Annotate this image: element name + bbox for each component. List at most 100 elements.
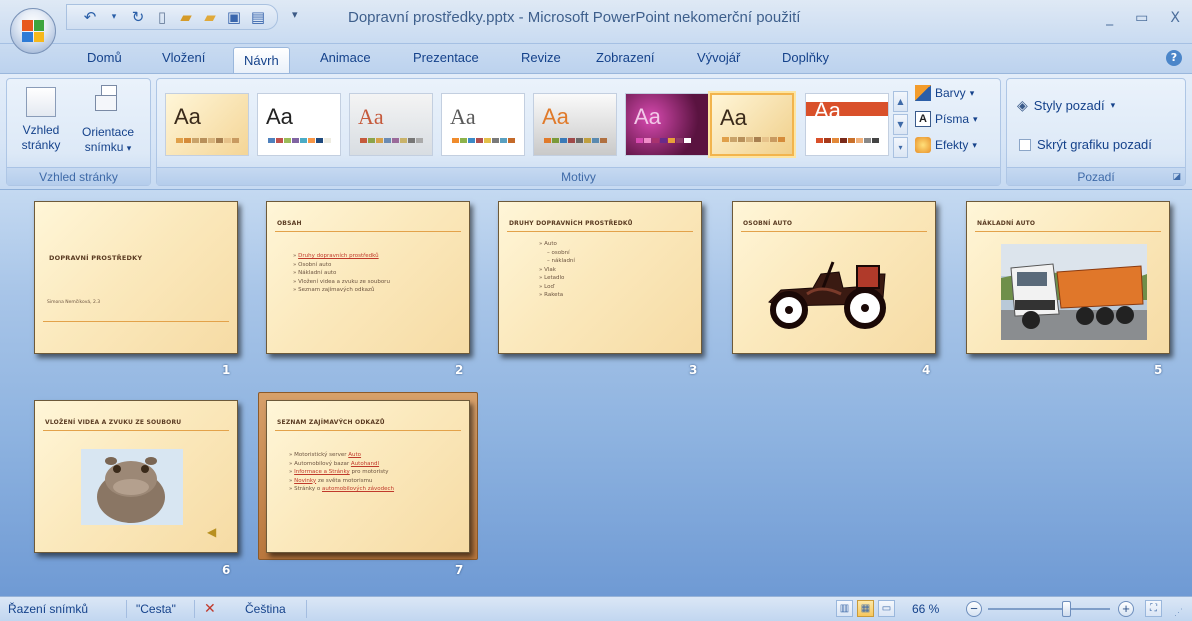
slide-title: NÁKLADNÍ AUTO xyxy=(977,220,1036,227)
tab-addins[interactable]: Doplňky xyxy=(782,50,829,65)
office-button[interactable] xyxy=(10,8,56,54)
status-view-name: Řazení snímků xyxy=(8,602,89,616)
fonts-dropdown-icon: ▾ xyxy=(973,113,978,124)
normal-view-icon[interactable]: ▥ xyxy=(836,600,853,617)
fit-to-window-icon[interactable]: ⛶ xyxy=(1145,600,1162,617)
gallery-more-icon[interactable]: ▾ xyxy=(893,137,908,158)
orientation-dropdown-icon: ▾ xyxy=(126,143,132,153)
undo-icon[interactable]: ↶ xyxy=(81,8,99,26)
zoom-out-icon[interactable]: − xyxy=(966,601,982,617)
slide-title: OSOBNÍ AUTO xyxy=(743,220,793,227)
tab-developer[interactable]: Vývojář xyxy=(697,50,740,65)
dialog-launcher-icon[interactable]: ◪ xyxy=(1172,172,1181,182)
slide-thumbnail-2[interactable]: OBSAH » Druhy dopravních prostředků » Os… xyxy=(266,201,470,354)
slide-content: » Motoristický server Auto » Automobilov… xyxy=(289,452,395,492)
open-folder-icon[interactable]: ▰ xyxy=(201,8,219,26)
vintage-car-image xyxy=(768,261,886,329)
tab-slideshow[interactable]: Prezentace xyxy=(413,50,479,65)
slide-number-2: 2 xyxy=(455,363,464,377)
ribbon-tabs: Domů Vložení Návrh Animace Prezentace Re… xyxy=(0,44,1192,75)
tab-insert[interactable]: Vložení xyxy=(162,50,205,65)
theme-effects-label: Efekty xyxy=(935,138,969,152)
slide-sorter-view-icon[interactable]: ▦ xyxy=(857,600,874,617)
theme-thumb-7-selected[interactable]: Aa xyxy=(710,93,794,156)
hide-graphics-checkbox[interactable] xyxy=(1019,138,1031,151)
slide-number-1: 1 xyxy=(222,363,231,377)
theme-thumb-5[interactable]: Aa xyxy=(533,93,617,156)
effects-dropdown-icon: ▾ xyxy=(972,139,977,150)
tab-home[interactable]: Domů xyxy=(87,50,122,65)
theme-thumb-2[interactable]: Aa xyxy=(257,93,341,156)
theme-fonts-label: Písma xyxy=(935,112,970,126)
theme-gallery-scroll: ▲ ▼ ▾ xyxy=(893,91,908,159)
slideshow-view-icon[interactable]: ▭ xyxy=(878,600,895,617)
customize-qat-icon[interactable]: ▾ xyxy=(292,8,298,21)
status-language[interactable]: Čeština xyxy=(245,602,286,616)
slide-number-4: 4 xyxy=(922,363,931,377)
theme-thumb-6[interactable]: Aa xyxy=(625,93,709,156)
redo-icon[interactable]: ↻ xyxy=(129,8,147,26)
slide-thumbnail-6[interactable]: VLOŽENÍ VIDEA A ZVUKU ZE SOUBORU ◀ xyxy=(34,400,238,553)
office-logo-icon xyxy=(22,20,44,42)
status-bar: Řazení snímků "Cesta" ✕ Čeština ▥ ▦ ▭ 66… xyxy=(0,596,1192,621)
slide-thumbnail-5[interactable]: NÁKLADNÍ AUTO xyxy=(966,201,1170,354)
maximize-button[interactable]: ▭ xyxy=(1135,10,1148,26)
theme-effects-button[interactable]: Efekty ▾ xyxy=(915,137,977,153)
fonts-icon: A xyxy=(915,111,931,127)
slide-title: VLOŽENÍ VIDEA A ZVUKU ZE SOUBORU xyxy=(45,419,182,426)
slide-title: OBSAH xyxy=(277,220,302,227)
open-icon[interactable]: ▰ xyxy=(177,8,195,26)
speaker-icon[interactable]: ◀ xyxy=(207,525,216,539)
theme-colors-button[interactable]: Barvy ▾ xyxy=(915,85,974,101)
close-button[interactable]: X xyxy=(1170,10,1180,26)
slide-rule xyxy=(43,321,229,322)
theme-colors-label: Barvy xyxy=(935,86,966,100)
group-page-setup: Vzhled stránky Orientace snímku ▾ Vzhled… xyxy=(6,78,151,186)
group-label-page-setup: Vzhled stránky xyxy=(7,167,150,185)
tab-review[interactable]: Revize xyxy=(521,50,561,65)
truck-image xyxy=(1001,244,1147,340)
theme-thumb-8[interactable]: Aa xyxy=(805,93,889,156)
slide-subtitle: Simona Nemčíková, 2.3 xyxy=(47,300,101,305)
spelling-check-icon[interactable]: ✕ xyxy=(204,600,216,617)
background-styles-dropdown-icon: ▾ xyxy=(1110,100,1116,110)
orientation-button[interactable]: Orientace snímku ▾ xyxy=(71,83,145,156)
resize-grip-icon[interactable]: ⋰ xyxy=(1174,607,1183,618)
zoom-slider-track[interactable] xyxy=(988,608,1110,610)
page-setup-icon xyxy=(26,87,56,117)
print-preview-icon[interactable]: ▤ xyxy=(249,8,267,26)
slide-thumbnail-7[interactable]: SEZNAM ZAJÍMAVÝCH ODKAZŮ » Motoristický … xyxy=(266,400,470,553)
theme-thumb-4[interactable]: Aa xyxy=(441,93,525,156)
hide-graphics-label: Skrýt grafiku pozadí xyxy=(1037,137,1152,152)
undo-dropdown-icon[interactable]: ▾ xyxy=(105,8,123,26)
page-setup-button[interactable]: Vzhled stránky xyxy=(13,83,69,153)
zoom-slider-thumb[interactable] xyxy=(1062,601,1071,617)
tab-view[interactable]: Zobrazení xyxy=(596,50,655,65)
hide-background-graphics[interactable]: Skrýt grafiku pozadí xyxy=(1019,137,1152,152)
slide-title: DOPRAVNÍ PROSTŘEDKY xyxy=(49,254,143,262)
effects-icon xyxy=(915,137,931,153)
help-icon[interactable]: ? xyxy=(1166,50,1182,66)
tab-design[interactable]: Návrh xyxy=(233,47,290,75)
tab-animations[interactable]: Animace xyxy=(320,50,371,65)
hippo-video-image xyxy=(81,449,183,525)
minimize-button[interactable]: _ xyxy=(1106,10,1113,26)
group-themes: Aa Aa Aa Aa Aa Aa Aa Aa ▲ ▼ ▾ Barvy ▾ A … xyxy=(156,78,1001,186)
slide-content: » Druhy dopravních prostředků » Osobní a… xyxy=(293,253,390,293)
zoom-in-icon[interactable]: + xyxy=(1118,601,1134,617)
quick-access-toolbar: ↶ ▾ ↻ ▯ ▰ ▰ ▣ ▤ xyxy=(66,4,278,30)
slide-thumbnail-1[interactable]: DOPRAVNÍ PROSTŘEDKY Simona Nemčíková, 2.… xyxy=(34,201,238,354)
theme-fonts-button[interactable]: A Písma ▾ xyxy=(915,111,978,127)
slide-thumbnail-3[interactable]: DRUHY DOPRAVNÍCH PROSTŘEDKŮ » Auto – oso… xyxy=(498,201,702,354)
slide-number-5: 5 xyxy=(1154,363,1163,377)
zoom-level[interactable]: 66 % xyxy=(912,602,939,616)
group-label-themes: Motivy xyxy=(157,167,1000,185)
new-icon[interactable]: ▯ xyxy=(153,8,171,26)
theme-thumb-1[interactable]: Aa xyxy=(165,93,249,156)
slide-thumbnail-4[interactable]: OSOBNÍ AUTO xyxy=(732,201,936,354)
gallery-down-icon[interactable]: ▼ xyxy=(893,114,908,135)
theme-thumb-3[interactable]: Aa xyxy=(349,93,433,156)
gallery-up-icon[interactable]: ▲ xyxy=(893,91,908,112)
background-styles-button[interactable]: ◈ Styly pozadí ▾ xyxy=(1017,97,1115,114)
save-icon[interactable]: ▣ xyxy=(225,8,243,26)
